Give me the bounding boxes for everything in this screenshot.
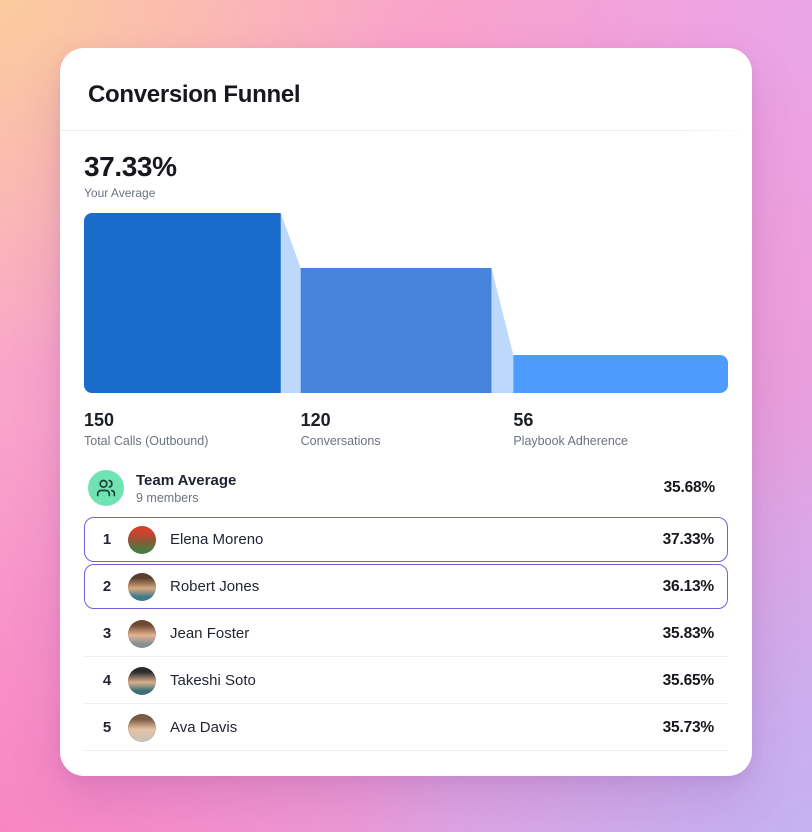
leaderboard-row[interactable]: 1 Elena Moreno 37.33%: [84, 517, 728, 562]
conversion-value: 37.33%: [663, 531, 714, 549]
page-title: Conversion Funnel: [88, 80, 724, 109]
rank-number: 1: [96, 531, 118, 548]
rank-number: 2: [96, 578, 118, 595]
person-name: Takeshi Soto: [170, 672, 256, 689]
leaderboard: Team Average 9 members 35.68% 1 Elena Mo…: [60, 465, 752, 766]
avatar: [128, 526, 156, 554]
rank-number: 3: [96, 625, 118, 642]
avatar: [128, 714, 156, 742]
conversion-value: 35.83%: [663, 625, 714, 643]
avatar: [128, 573, 156, 601]
funnel-bar-total-calls: [84, 213, 281, 393]
stage-value: 150: [84, 409, 208, 431]
funnel-connector-1: [281, 213, 301, 393]
stage-value: 56: [513, 409, 628, 431]
users-icon: [88, 470, 124, 506]
person-name: Jean Foster: [170, 625, 249, 642]
conversion-funnel-card: Conversion Funnel 37.33% Your Average 15…: [60, 48, 752, 776]
funnel-connector-2: [491, 268, 513, 393]
leaderboard-row[interactable]: 2 Robert Jones 36.13%: [84, 564, 728, 609]
card-header: Conversion Funnel: [60, 48, 752, 131]
team-average-row: Team Average 9 members 35.68%: [84, 465, 728, 515]
person-name: Ava Davis: [170, 719, 237, 736]
stage-value: 120: [301, 409, 381, 431]
rank-number: 5: [96, 719, 118, 736]
team-average-value: 35.68%: [664, 479, 715, 497]
stage-label: Playbook Adherence: [513, 434, 628, 449]
conversion-value: 35.65%: [663, 672, 714, 690]
funnel-bar-playbook-adherence: [513, 355, 728, 393]
leaderboard-row[interactable]: 3 Jean Foster 35.83%: [84, 611, 728, 656]
leaderboard-rows: 1 Elena Moreno 37.33% 2 Robert Jones 36.…: [84, 517, 728, 750]
team-average-subtitle: 9 members: [136, 491, 236, 506]
funnel-stage: 150 Total Calls (Outbound): [84, 409, 208, 449]
stage-label: Conversations: [301, 434, 381, 449]
funnel-bar-conversations: [301, 268, 492, 393]
funnel-stage: 56 Playbook Adherence: [513, 409, 628, 449]
stage-label: Total Calls (Outbound): [84, 434, 208, 449]
person-name: Elena Moreno: [170, 531, 263, 548]
your-average-label: Your Average: [84, 186, 728, 201]
funnel-chart-section: 37.33% Your Average 150 Total Calls (Out…: [60, 131, 752, 449]
conversion-value: 36.13%: [663, 578, 714, 596]
funnel-stage-labels: 150 Total Calls (Outbound) 120 Conversat…: [84, 393, 728, 449]
leaderboard-row[interactable]: 4 Takeshi Soto 35.65%: [84, 658, 728, 703]
funnel-stage: 120 Conversations: [301, 409, 381, 449]
avatar: [128, 620, 156, 648]
leaderboard-row[interactable]: 5 Ava Davis 35.73%: [84, 705, 728, 750]
rank-number: 4: [96, 672, 118, 689]
person-name: Robert Jones: [170, 578, 259, 595]
team-average-title: Team Average: [136, 471, 236, 490]
avatar: [128, 667, 156, 695]
conversion-value: 35.73%: [663, 719, 714, 737]
funnel-chart: 150 Total Calls (Outbound) 120 Conversat…: [84, 213, 728, 449]
funnel-svg: [84, 213, 728, 393]
your-average-value: 37.33%: [84, 151, 728, 183]
